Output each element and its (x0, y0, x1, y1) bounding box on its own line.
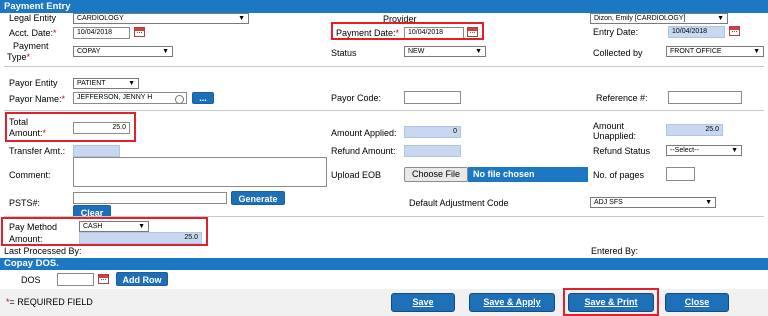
amount-applied-label: Amount Applied: (331, 128, 397, 138)
entry-date-input: 10/04/2018 (668, 26, 725, 38)
calendar-icon[interactable] (729, 26, 740, 36)
collected-by-label: Collected by (593, 48, 643, 58)
status-select[interactable]: NEW ▼ (404, 46, 486, 57)
calendar-icon[interactable] (134, 27, 145, 37)
chevron-down-icon: ▼ (753, 48, 760, 55)
default-adjustment-code-label: Default Adjustment Code (409, 198, 509, 208)
refund-status-label: Refund Status (593, 146, 651, 156)
amount-unapplied-value: 25.0 (666, 124, 723, 136)
legal-entity-select[interactable]: CARDIOLOGY ▼ (73, 13, 249, 24)
chevron-down-icon: ▼ (731, 147, 738, 154)
refund-status-select[interactable]: --Select-- ▼ (666, 145, 742, 156)
amount-unapplied-label-line2: Unapplied: (593, 131, 637, 141)
payor-code-input[interactable] (404, 91, 461, 104)
no-file-chosen-text: No file chosen (468, 167, 588, 182)
highlight-save-and-print (563, 288, 659, 316)
status-label: Status (331, 48, 357, 58)
chevron-down-icon: ▼ (128, 80, 135, 87)
transfer-amt-label: Transfer Amt.: (9, 146, 66, 156)
comment-textarea[interactable] (73, 157, 327, 187)
provider-select[interactable]: Dizon, Emily [CARDIOLOGY] ▼ (590, 13, 728, 24)
comment-label: Comment: (9, 170, 51, 180)
payor-entity-label: Payor Entity (9, 78, 58, 88)
no-of-pages-input[interactable] (666, 167, 695, 181)
chevron-down-icon: ▼ (162, 48, 169, 55)
reference-label: Reference #: (596, 93, 648, 103)
payor-lookup-button[interactable]: ... (192, 92, 214, 104)
required-asterisk: * (53, 28, 57, 38)
generate-button[interactable]: Generate (231, 191, 285, 205)
dos-label: DOS (21, 275, 41, 285)
last-processed-by-label: Last Processed By: (4, 246, 82, 256)
chevron-down-icon: ▼ (238, 15, 245, 22)
entered-by-label: Entered By: (591, 246, 639, 256)
entry-date-label: Entry Date: (593, 27, 639, 37)
upload-eob-label: Upload EOB (331, 170, 382, 180)
payor-code-label: Payor Code: (331, 93, 382, 103)
payment-type-select[interactable]: COPAY ▼ (73, 46, 173, 57)
required-field-note: *= REQUIRED FIELD (6, 297, 93, 307)
acct-date-label: Acct. Date:* (9, 28, 57, 38)
psts-label: PSTS#: (9, 198, 41, 208)
payor-name-label: Payor Name:* (9, 94, 66, 104)
psts-input[interactable] (73, 192, 227, 204)
save-and-apply-button[interactable]: Save & Apply (469, 293, 555, 312)
payment-type-label-line1: Payment (13, 41, 49, 51)
choose-file-button[interactable]: Choose File (404, 167, 468, 182)
payor-entity-select[interactable]: PATIENT ▼ (73, 78, 139, 89)
transfer-amt-input (73, 145, 120, 157)
highlight-payment-date (331, 22, 484, 40)
reference-input[interactable] (668, 91, 742, 104)
save-button[interactable]: Save (391, 293, 455, 312)
acct-date-input[interactable]: 10/04/2018 (73, 27, 130, 39)
refund-amount-input (404, 145, 461, 157)
legal-entity-label: Legal Entity (9, 13, 57, 23)
chevron-down-icon: ▼ (475, 48, 482, 55)
search-icon[interactable] (175, 95, 184, 104)
collected-by-select[interactable]: FRONT OFFICE ▼ (666, 46, 764, 57)
highlight-pay-method (1, 217, 208, 246)
section-header-copay-dos: Copay DOS. (0, 258, 768, 270)
required-asterisk: * (61, 94, 66, 104)
payment-type-label-line2: Type* (7, 52, 31, 62)
highlight-total-amount (5, 112, 136, 142)
refund-amount-label: Refund Amount: (331, 146, 396, 156)
amount-applied-value: 0 (404, 126, 461, 138)
calendar-icon[interactable] (98, 274, 109, 284)
required-asterisk: * (26, 52, 31, 62)
close-button[interactable]: Close (665, 293, 729, 312)
chevron-down-icon: ▼ (717, 15, 724, 22)
dos-input[interactable] (57, 273, 94, 286)
divider (4, 66, 764, 67)
default-adjustment-code-select[interactable]: ADJ SFS ▼ (590, 197, 716, 208)
divider (4, 110, 764, 111)
chevron-down-icon: ▼ (705, 199, 712, 206)
payor-name-input[interactable]: JEFFERSON, JENNY H (73, 92, 187, 104)
section-header-payment-entry: Payment Entry (0, 0, 768, 13)
add-row-button[interactable]: Add Row (116, 272, 168, 286)
no-of-pages-label: No. of pages (593, 170, 645, 180)
